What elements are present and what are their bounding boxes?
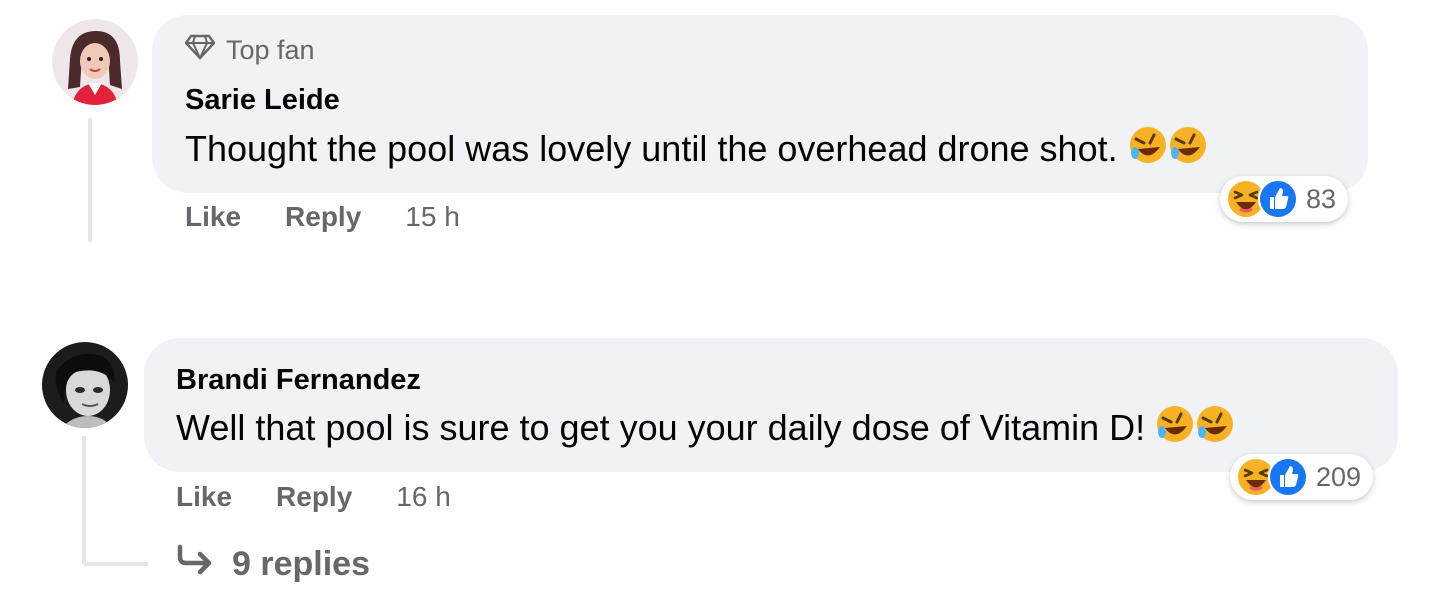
rolling-on-floor-laughing-emoji-icon: [1126, 123, 1212, 176]
reply-button[interactable]: Reply: [276, 481, 352, 513]
reaction-count: 83: [1306, 183, 1337, 214]
thread-line: [82, 436, 86, 564]
replies-count-label[interactable]: 9 replies: [232, 545, 370, 584]
comment-text: Thought the pool was lovely until the ov…: [185, 125, 1212, 173]
like-button[interactable]: Like: [185, 201, 241, 233]
rolling-on-floor-laughing-emoji-icon: [1153, 402, 1239, 455]
reaction-count: 209: [1316, 461, 1362, 492]
comment-timestamp[interactable]: 15 h: [405, 201, 460, 233]
reaction-summary[interactable]: 209: [1230, 454, 1374, 500]
avatar-brandi-fernandez[interactable]: [42, 342, 128, 428]
top-fan-badge: Top fan: [184, 34, 315, 67]
reply-arrow-icon: [176, 543, 216, 586]
like-reaction-icon: [1268, 457, 1308, 497]
comment-author[interactable]: Brandi Fernandez: [176, 364, 421, 397]
reply-button[interactable]: Reply: [285, 201, 361, 233]
view-replies-link[interactable]: 9 replies: [176, 543, 370, 586]
badge-label: Top fan: [226, 35, 315, 65]
comment-body: Well that pool is sure to get you your d…: [176, 407, 1146, 448]
comment-actions: Like Reply 15 h: [185, 201, 460, 233]
like-button[interactable]: Like: [176, 481, 232, 513]
avatar-sarie-leide[interactable]: [52, 19, 138, 105]
comment-actions: Like Reply 16 h: [176, 481, 451, 513]
comment-text: Well that pool is sure to get you your d…: [176, 404, 1239, 452]
comment-timestamp[interactable]: 16 h: [396, 481, 451, 513]
thread-line-elbow: [82, 562, 148, 566]
reaction-summary[interactable]: 83: [1220, 176, 1349, 222]
comment-author[interactable]: Sarie Leide: [185, 84, 340, 117]
diamond-icon: [184, 34, 216, 67]
comment-body: Thought the pool was lovely until the ov…: [185, 128, 1118, 169]
like-reaction-icon: [1258, 179, 1298, 219]
thread-line: [88, 118, 92, 242]
